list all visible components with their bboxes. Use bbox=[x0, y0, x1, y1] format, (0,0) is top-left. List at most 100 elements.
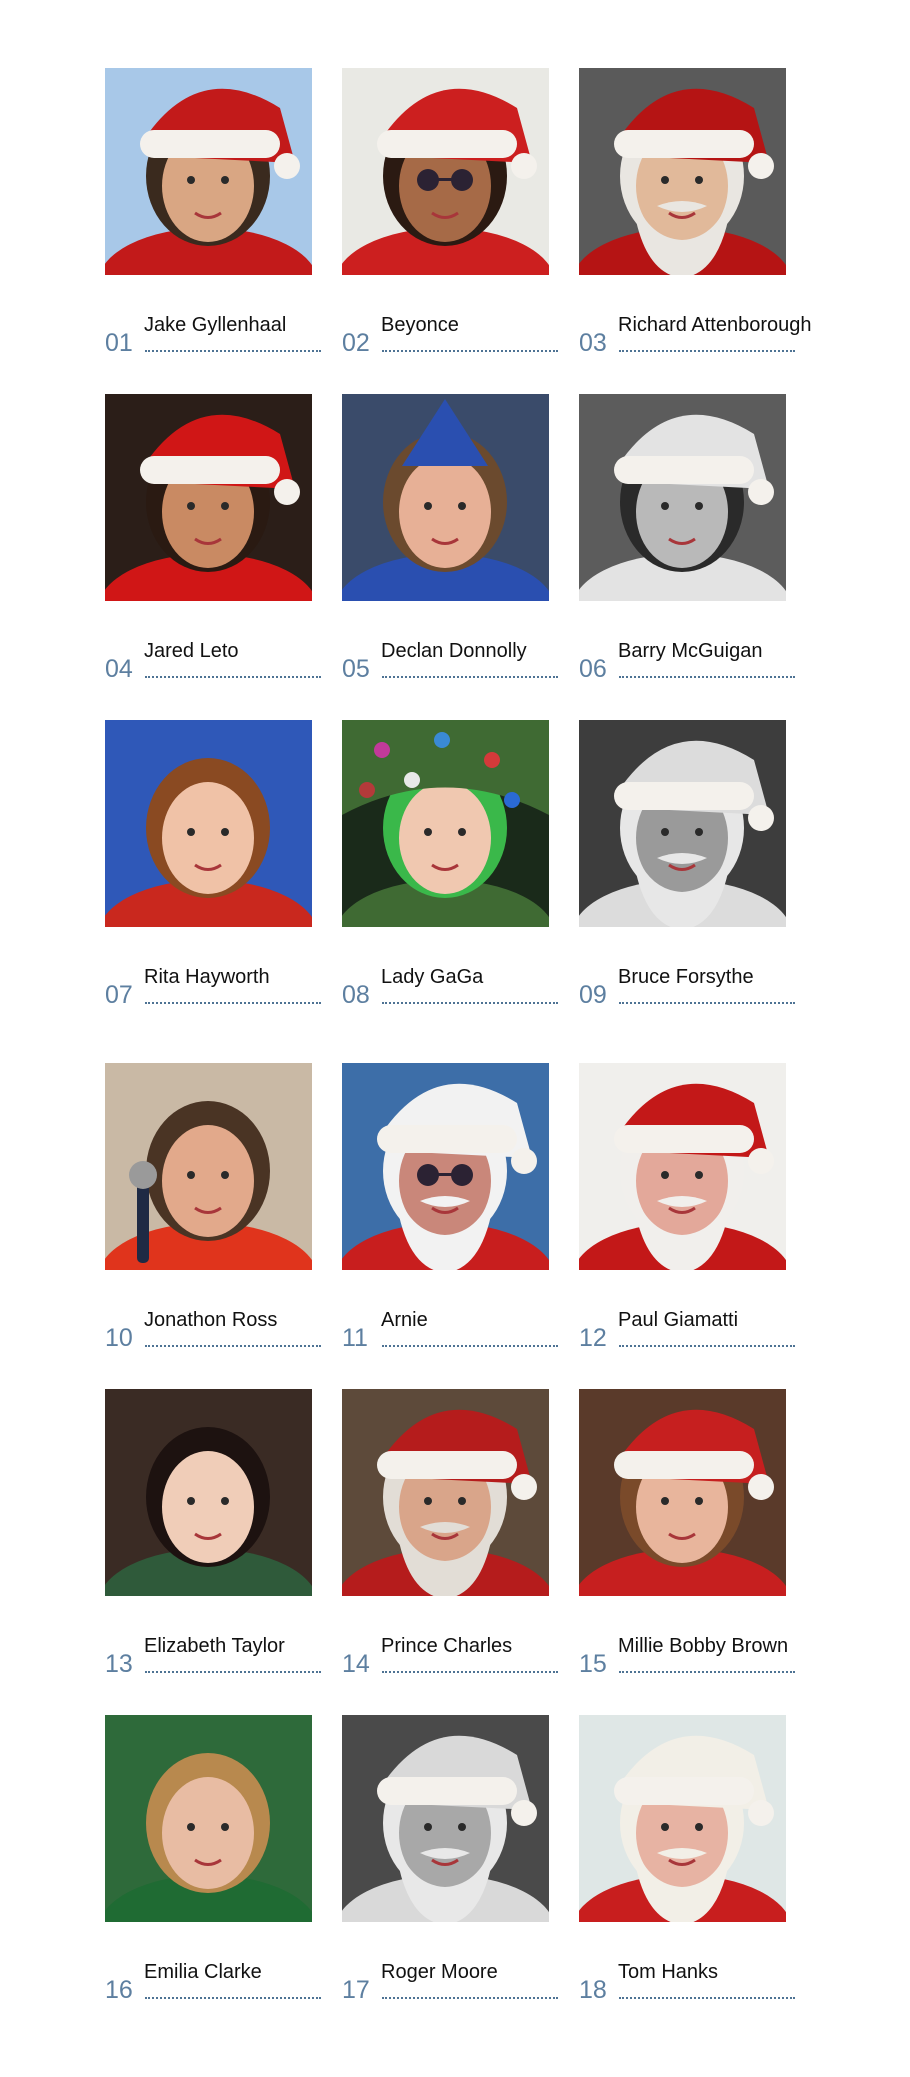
entry-number: 13 bbox=[105, 1650, 133, 1678]
dotted-underline bbox=[382, 1671, 558, 1673]
dotted-underline bbox=[145, 676, 321, 678]
entry-number: 12 bbox=[579, 1324, 607, 1352]
celebrity-name: Bruce Forsythe bbox=[618, 966, 754, 988]
entry-number: 07 bbox=[105, 981, 133, 1009]
celebrity-card: 06 Barry McGuigan bbox=[579, 394, 819, 694]
photo-santa-face-icon bbox=[579, 1715, 786, 1922]
person-santa-hat-icon bbox=[105, 394, 312, 601]
person-portrait-icon bbox=[105, 1389, 312, 1596]
photo-person-santa-hat-glasses-icon bbox=[342, 68, 549, 275]
entry-number: 09 bbox=[579, 981, 607, 1009]
dotted-underline bbox=[145, 1002, 321, 1004]
celebrity-name: Paul Giamatti bbox=[618, 1309, 739, 1331]
caption: 12 Paul Giamatti bbox=[579, 1308, 819, 1354]
person-santa-hat-icon bbox=[579, 394, 786, 601]
dotted-underline bbox=[619, 1345, 795, 1347]
person-portrait-icon bbox=[105, 720, 312, 927]
dotted-underline bbox=[145, 1671, 321, 1673]
entry-number: 06 bbox=[579, 655, 607, 683]
santa-face-icon bbox=[579, 1715, 786, 1922]
caption: 10 Jonathon Ross bbox=[105, 1308, 345, 1354]
caption: 05 Declan Donnolly bbox=[342, 639, 582, 685]
photo-person-portrait-icon bbox=[105, 1389, 312, 1596]
caption: 14 Prince Charles bbox=[342, 1634, 582, 1680]
dotted-underline bbox=[619, 350, 795, 352]
person-microphone-icon bbox=[105, 1063, 312, 1270]
entry-number: 16 bbox=[105, 1976, 133, 2004]
person-elf-hat-icon bbox=[342, 394, 549, 601]
dotted-underline bbox=[382, 1345, 558, 1347]
entry-number: 15 bbox=[579, 1650, 607, 1678]
santa-face-icon bbox=[579, 68, 786, 275]
entry-number: 17 bbox=[342, 1976, 370, 2004]
celebrity-name: Emilia Clarke bbox=[144, 1961, 262, 1983]
celebrity-card: 04 Jared Leto bbox=[105, 394, 345, 694]
photo-person-santa-hat-icon bbox=[105, 394, 312, 601]
celebrity-card: 03 Richard Attenborough bbox=[579, 68, 819, 368]
person-christmas-tree-hat-icon bbox=[342, 720, 549, 927]
photo-santa-sunglasses-icon bbox=[342, 1063, 549, 1270]
celebrity-card: 07 Rita Hayworth bbox=[105, 720, 345, 1020]
dotted-underline bbox=[145, 1345, 321, 1347]
photo-person-christmas-tree-hat-icon bbox=[342, 720, 549, 927]
celebrity-card: 16 Emilia Clarke bbox=[105, 1715, 345, 2015]
photo-santa-face-icon bbox=[342, 1715, 549, 1922]
person-santa-hat-icon bbox=[105, 68, 312, 275]
caption: 03 Richard Attenborough bbox=[579, 313, 819, 359]
dotted-underline bbox=[619, 676, 795, 678]
celebrity-card: 05 Declan Donnolly bbox=[342, 394, 582, 694]
celebrity-card: 14 Prince Charles bbox=[342, 1389, 582, 1689]
caption: 08 Lady GaGa bbox=[342, 965, 582, 1011]
celebrity-card: 08 Lady GaGa bbox=[342, 720, 582, 1020]
celebrity-name: Beyonce bbox=[381, 314, 459, 336]
celebrity-grid: 01 Jake Gyllenhaal 02 Beyonce 03 Richard Atte… bbox=[0, 0, 910, 2077]
celebrity-name: Roger Moore bbox=[381, 1961, 498, 1983]
dotted-underline bbox=[619, 1671, 795, 1673]
photo-person-portrait-icon bbox=[105, 1715, 312, 1922]
santa-face-icon bbox=[342, 1715, 549, 1922]
dotted-underline bbox=[382, 350, 558, 352]
entry-number: 11 bbox=[342, 1324, 368, 1352]
celebrity-card: 11 Arnie bbox=[342, 1063, 582, 1363]
celebrity-card: 09 Bruce Forsythe bbox=[579, 720, 819, 1020]
entry-number: 05 bbox=[342, 655, 370, 683]
photo-person-portrait-icon bbox=[105, 720, 312, 927]
celebrity-name: Declan Donnolly bbox=[381, 640, 527, 662]
celebrity-card: 12 Paul Giamatti bbox=[579, 1063, 819, 1363]
celebrity-name: Jake Gyllenhaal bbox=[144, 314, 287, 336]
celebrity-card: 15 Millie Bobby Brown bbox=[579, 1389, 819, 1689]
santa-sunglasses-icon bbox=[342, 1063, 549, 1270]
dotted-underline bbox=[382, 676, 558, 678]
entry-number: 08 bbox=[342, 981, 370, 1009]
celebrity-card: 18 Tom Hanks bbox=[579, 1715, 819, 2015]
dotted-underline bbox=[382, 1997, 558, 1999]
photo-santa-face-icon bbox=[579, 68, 786, 275]
caption: 02 Beyonce bbox=[342, 313, 582, 359]
entry-number: 02 bbox=[342, 329, 370, 357]
celebrity-name: Richard Attenborough bbox=[618, 314, 812, 336]
person-portrait-icon bbox=[105, 1715, 312, 1922]
entry-number: 14 bbox=[342, 1650, 370, 1678]
caption: 07 Rita Hayworth bbox=[105, 965, 345, 1011]
entry-number: 04 bbox=[105, 655, 133, 683]
person-santa-hat-glasses-icon bbox=[342, 68, 549, 275]
santa-face-icon bbox=[579, 720, 786, 927]
photo-person-microphone-icon bbox=[105, 1063, 312, 1270]
photo-santa-face-icon bbox=[579, 1063, 786, 1270]
celebrity-name: Lady GaGa bbox=[381, 966, 484, 988]
caption: 09 Bruce Forsythe bbox=[579, 965, 819, 1011]
celebrity-name: Tom Hanks bbox=[618, 1961, 719, 1983]
entry-number: 10 bbox=[105, 1324, 133, 1352]
celebrity-name: Rita Hayworth bbox=[144, 966, 270, 988]
santa-face-icon bbox=[579, 1063, 786, 1270]
caption: 11 Arnie bbox=[342, 1308, 582, 1354]
photo-santa-face-icon bbox=[579, 720, 786, 927]
entry-number: 01 bbox=[105, 329, 133, 357]
celebrity-name: Barry McGuigan bbox=[618, 640, 763, 662]
caption: 06 Barry McGuigan bbox=[579, 639, 819, 685]
dotted-underline bbox=[145, 350, 321, 352]
entry-number: 03 bbox=[579, 329, 607, 357]
caption: 13 Elizabeth Taylor bbox=[105, 1634, 345, 1680]
dotted-underline bbox=[619, 1997, 795, 1999]
dotted-underline bbox=[619, 1002, 795, 1004]
